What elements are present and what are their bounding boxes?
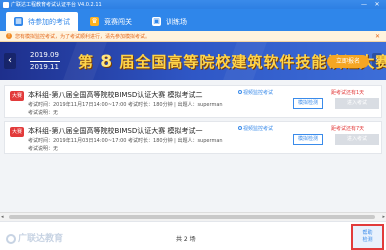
warning-icon: ! [6, 33, 12, 39]
brand-logo: 广联达教育 [6, 231, 63, 244]
banner-date-divider [30, 61, 60, 62]
scroll-left-icon[interactable]: ◂ [1, 214, 4, 220]
enter-exam-button[interactable]: 进入考试 [335, 98, 379, 109]
exam-description: 考试说明：无 [28, 146, 59, 152]
exam-title: 本科组-第八届全国高等院校BIMSD认证大赛 模拟考试一 [28, 127, 203, 135]
brand-logo-text: 广联达教育 [18, 234, 64, 244]
camera-icon [238, 90, 242, 94]
help-check-button[interactable]: 帮助 检测 [351, 224, 384, 250]
banner-date-start: 2019.09 [30, 51, 59, 59]
competition-banner[interactable]: ‹ › 2019.09 2019.11 第 8 届全国高等院校建筑软件技能认证大… [0, 42, 386, 80]
competition-badge: 大赛 [10, 127, 24, 137]
minimize-button[interactable]: — [360, 1, 368, 8]
mock-check-button[interactable]: 模拟检测 [293, 98, 323, 109]
window-title: 广联达工程教育考试认证平台 V4.0.2.11 [11, 2, 102, 8]
help-label-line2: 检测 [362, 237, 373, 243]
banner-date-end: 2019.11 [30, 63, 59, 71]
notice-bar: ! 您有模拟监控考试，为了考试顺利进行，请先参加模拟考试。 ✕ [0, 31, 386, 42]
horizontal-scrollbar[interactable]: ◂ ▸ [0, 212, 386, 221]
app-logo-icon [3, 1, 9, 8]
banner-prev-button[interactable]: ‹ [4, 53, 16, 69]
exam-card: 大赛 本科组-第八届全国高等院校BIMSD认证大赛 模拟考试一 视频监控考试 考… [4, 121, 382, 154]
signup-button[interactable]: 立即报名 [327, 55, 369, 68]
tab-pending-exams[interactable]: ▦ 待参加的考试 [6, 12, 78, 31]
notice-close-icon[interactable]: ✕ [375, 33, 380, 40]
close-button[interactable]: ✕ [373, 1, 381, 8]
exam-title: 本科组-第八届全国高等院校BIMSD认证大赛 模拟考试二 [28, 91, 203, 99]
monitor-status-label: 视频监控考试 [243, 90, 274, 96]
help-label-line1: 帮助 [362, 230, 373, 236]
monitor-status: 视频监控考试 [238, 125, 273, 132]
footer: 广联达教育 共 2 场 帮助 检测 [0, 221, 386, 250]
tab-label: 训练场 [166, 17, 187, 26]
competition-badge: 大赛 [10, 91, 24, 101]
exam-meta: 考试时间：2019年11月17日14:00~17:00 考试时长：180分钟 |… [28, 102, 223, 108]
exam-meta: 考试时间：2019年11月03日14:00~17:00 考试时长：180分钟 |… [28, 138, 223, 144]
exam-description: 考试说明：无 [28, 110, 59, 116]
scroll-right-icon[interactable]: ▸ [382, 214, 385, 220]
notice-text: 您有模拟监控考试，为了考试顺利进行，请先参加模拟考试。 [15, 33, 151, 40]
camera-icon [238, 126, 242, 130]
brand-logo-icon [6, 233, 16, 244]
scroll-thumb[interactable] [9, 215, 375, 219]
title-bar: 广联达工程教育考试认证平台 V4.0.2.11 — ✕ [0, 0, 386, 9]
tab-bar: ▦ 待参加的考试 ♛ 竞赛闯关 ▣ 训练场 [0, 9, 386, 31]
mock-check-button[interactable]: 模拟检测 [293, 134, 323, 145]
exam-card: 大赛 本科组-第八届全国高等院校BIMSD认证大赛 模拟考试二 视频监控考试 考… [4, 85, 382, 118]
monitor-status-label: 视频监控考试 [243, 126, 274, 132]
countdown-text: 距考试还有7天 [331, 126, 365, 132]
headline-prefix: 第 [78, 53, 95, 71]
monitor-status: 视频监控考试 [238, 89, 273, 96]
tab-label: 待参加的考试 [28, 17, 70, 26]
tab-label: 竞赛闯关 [104, 17, 132, 26]
tab-competition[interactable]: ♛ 竞赛闯关 [82, 12, 140, 31]
calendar-icon: ▦ [14, 17, 23, 26]
enter-exam-button[interactable]: 进入考试 [335, 134, 379, 145]
countdown-text: 距考试还有1天 [331, 90, 365, 96]
headline-number: 8 [100, 52, 114, 72]
exam-count: 共 2 场 [176, 236, 196, 243]
trophy-icon: ♛ [90, 17, 99, 26]
tab-training[interactable]: ▣ 训练场 [144, 12, 195, 31]
training-icon: ▣ [152, 17, 161, 26]
